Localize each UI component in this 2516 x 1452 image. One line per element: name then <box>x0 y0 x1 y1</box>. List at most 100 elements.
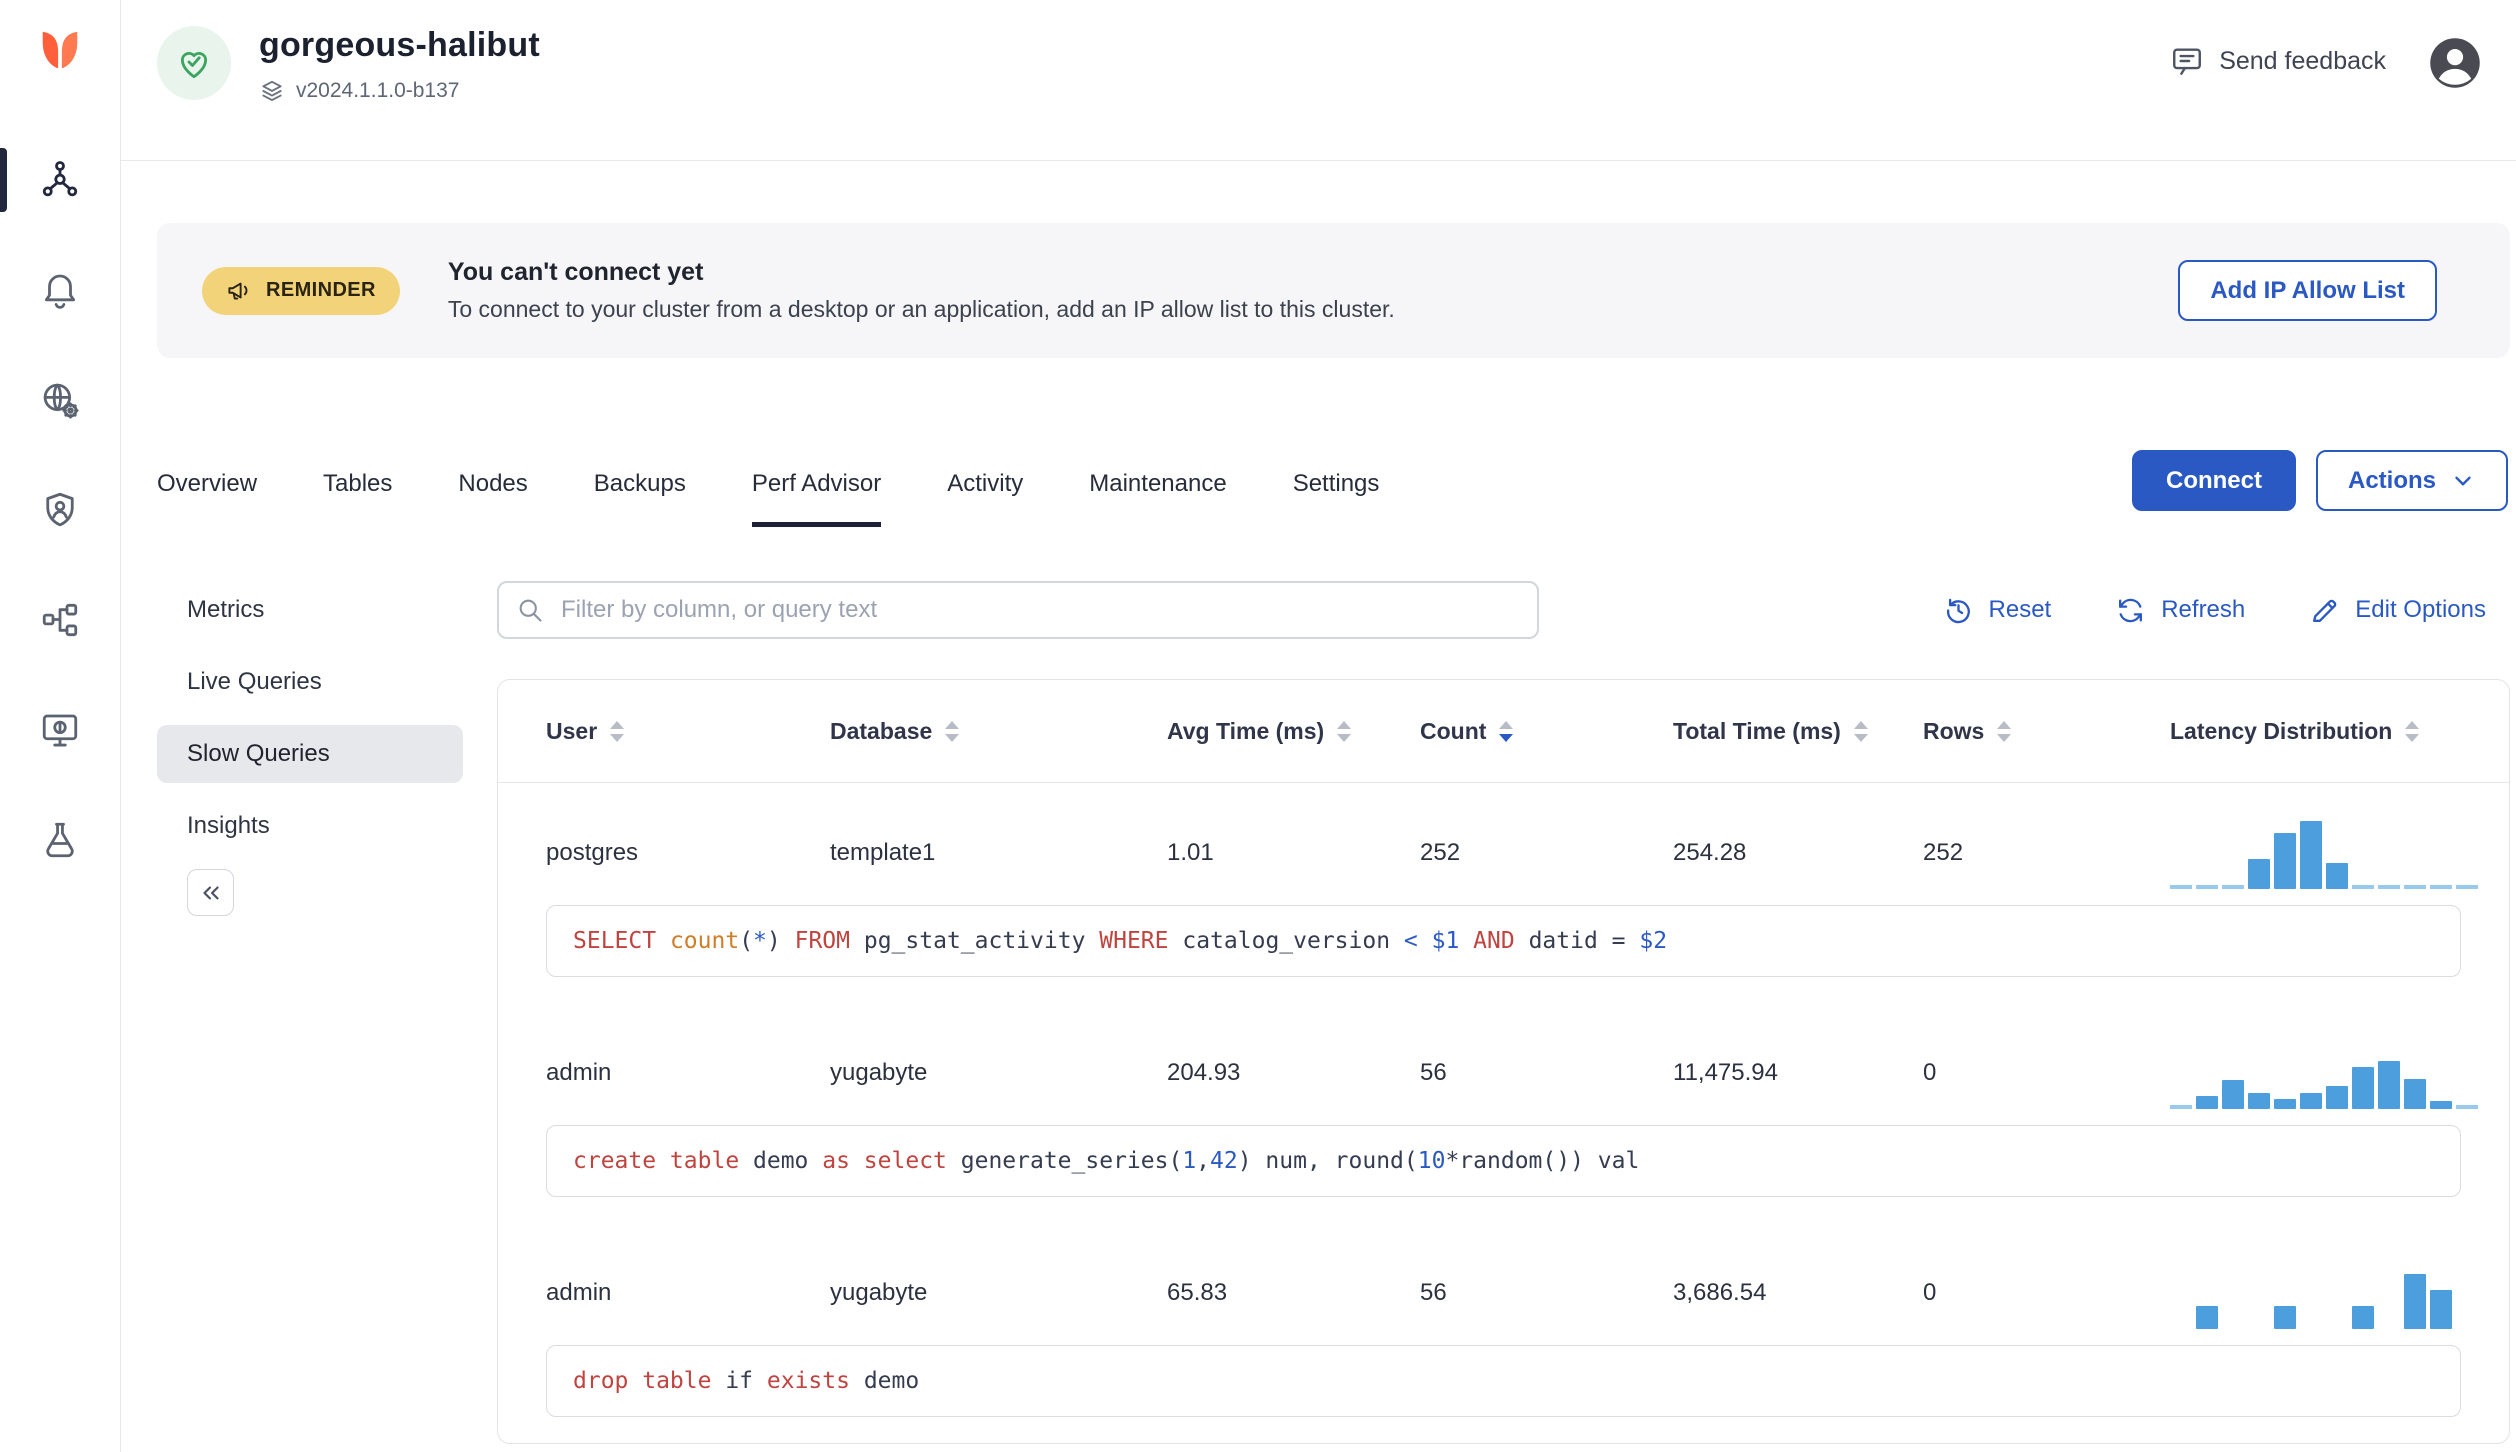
layers-icon <box>262 80 282 102</box>
column-header-total-time-ms[interactable]: Total Time (ms) <box>1673 718 1923 745</box>
subnav-item-live-queries[interactable]: Live Queries <box>157 653 463 711</box>
cell-rows: 252 <box>1923 839 1964 866</box>
app-sidebar <box>0 0 121 1452</box>
tabs-row: Overview Tables Nodes Backups Perf Advisor Ac… <box>121 450 2516 527</box>
cell-rows: 0 <box>1923 1059 1937 1086</box>
subnav-item-slow-queries[interactable]: Slow Queries <box>157 725 463 783</box>
sort-icon <box>1499 720 1514 742</box>
tab-maintenance[interactable]: Maintenance <box>1089 470 1226 527</box>
actions-button[interactable]: Actions <box>2315 450 2508 511</box>
subnav-item-insights[interactable]: Insights <box>157 797 463 855</box>
app-root: gorgeous-halibut v2024.1.1.0-b137 Send f… <box>0 0 2516 1452</box>
add-ip-allow-list-button[interactable]: Add IP Allow List <box>2178 260 2437 321</box>
send-feedback-label: Send feedback <box>2219 46 2386 75</box>
table-header-row: User Database Avg Time (ms) Count Total … <box>498 680 2509 783</box>
toolbar-links: Reset Refresh Edit Options <box>1943 595 2486 626</box>
actions-button-label: Actions <box>2347 466 2436 494</box>
sidebar-item-shield-user[interactable] <box>0 478 120 542</box>
page-title: gorgeous-halibut <box>259 26 540 64</box>
reset-button[interactable]: Reset <box>1943 595 2052 626</box>
tab-perf-advisor[interactable]: Perf Advisor <box>751 470 882 527</box>
flask-icon <box>46 822 74 858</box>
version-row: v2024.1.1.0-b137 <box>259 78 540 104</box>
sidebar-item-topology[interactable] <box>0 588 120 652</box>
subnav-item-metrics[interactable]: Metrics <box>157 581 463 639</box>
cell-total-time: 11,475.94 <box>1673 1059 1778 1086</box>
filter-input-wrapper <box>497 581 1539 639</box>
edit-pencil-icon <box>2313 599 2337 622</box>
collapse-sidebar-button[interactable] <box>187 869 234 916</box>
column-header-count[interactable]: Count <box>1420 718 1673 745</box>
slow-queries-toolbar: Reset Refresh <box>497 581 2510 639</box>
tab-nodes[interactable]: Nodes <box>458 470 527 527</box>
latency-histogram <box>2170 1037 2478 1109</box>
reminder-badge-label: REMINDER <box>266 279 376 301</box>
heart-check-icon <box>180 52 208 79</box>
cell-database: yugabyte <box>830 1059 928 1086</box>
sort-icon <box>945 720 960 742</box>
topology-icon <box>42 603 78 637</box>
cell-count: 252 <box>1420 839 1461 866</box>
row-cells: admin yugabyte 65.83 56 3,686.54 0 <box>546 1249 2461 1337</box>
sidebar-item-cluster[interactable] <box>0 148 120 212</box>
connect-button[interactable]: Connect <box>2131 450 2296 511</box>
shield-user-icon <box>46 492 74 527</box>
edit-options-button[interactable]: Edit Options <box>2309 595 2486 626</box>
reset-history-icon <box>1946 598 1970 623</box>
column-header-avg-time-ms[interactable]: Avg Time (ms) <box>1167 718 1420 745</box>
column-header-rows[interactable]: Rows <box>1923 718 2170 745</box>
tab-backups[interactable]: Backups <box>594 470 686 527</box>
cell-total-time: 254.28 <box>1673 839 1747 866</box>
send-feedback-button[interactable]: Send feedback <box>2170 44 2386 78</box>
user-avatar[interactable] <box>2428 36 2482 90</box>
cell-avg-time: 204.93 <box>1167 1059 1241 1086</box>
banner-title: You can't connect yet <box>447 258 704 286</box>
header-divider <box>121 160 2516 161</box>
sidebar-item-flask[interactable] <box>0 808 120 872</box>
row-cells: postgres template1 1.01 252 254.28 252 <box>546 809 2478 897</box>
refresh-button[interactable]: Refresh <box>2115 595 2245 626</box>
main-column: gorgeous-halibut v2024.1.1.0-b137 Send f… <box>121 0 2516 1452</box>
yugabyte-logo[interactable] <box>32 22 88 78</box>
query-text-box: drop table if exists demo <box>546 1345 2461 1417</box>
cell-avg-time: 65.83 <box>1167 1279 1228 1306</box>
refresh-icon <box>2119 598 2143 622</box>
tab-activity[interactable]: Activity <box>947 470 1023 527</box>
cluster-health-badge <box>157 26 231 100</box>
cell-avg-time: 1.01 <box>1167 839 1214 866</box>
cell-database: template1 <box>830 839 936 866</box>
yugabyte-logo-icon <box>42 31 78 69</box>
filter-input[interactable] <box>497 581 1539 639</box>
perf-advisor-content: Metrics Live Queries Slow Queries Insights <box>121 581 2516 1452</box>
column-header-user[interactable]: User <box>546 718 830 745</box>
tab-tables[interactable]: Tables <box>323 470 392 527</box>
refresh-label: Refresh <box>2161 596 2246 623</box>
table-row[interactable]: postgres template1 1.01 252 254.28 252 S… <box>498 783 2509 977</box>
cell-count: 56 <box>1420 1279 1447 1306</box>
cell-user: postgres <box>546 839 639 866</box>
sidebar-item-globe-gear[interactable] <box>0 368 120 432</box>
table-row[interactable]: admin yugabyte 204.93 56 11,475.94 0 cre… <box>498 1003 2509 1197</box>
cluster-header: gorgeous-halibut v2024.1.1.0-b137 Send f… <box>121 0 2516 160</box>
slow-queries-panel: Reset Refresh <box>497 581 2510 1452</box>
cell-rows: 0 <box>1923 1279 1937 1306</box>
sort-icon <box>1853 720 1868 742</box>
tab-overview[interactable]: Overview <box>157 470 257 527</box>
cell-user: admin <box>546 1279 612 1306</box>
cluster-tabs: Overview Tables Nodes Backups Perf Advisor Ac… <box>157 470 1379 527</box>
column-header-database[interactable]: Database <box>830 718 1167 745</box>
reset-label: Reset <box>1988 596 2052 623</box>
table-row[interactable]: admin yugabyte 65.83 56 3,686.54 0 drop … <box>498 1223 2509 1417</box>
banner-text: You can't connect yet To connect to your… <box>448 258 1395 323</box>
reminder-badge: REMINDER <box>202 266 400 315</box>
person-icon <box>2430 38 2480 88</box>
column-header-latency-distribution[interactable]: Latency Distribution <box>2170 718 2461 745</box>
row-cells: admin yugabyte 204.93 56 11,475.94 0 <box>546 1029 2478 1117</box>
search-icon <box>519 599 542 622</box>
sidebar-item-bell[interactable] <box>0 258 120 322</box>
cell-user: admin <box>546 1059 612 1086</box>
sidebar-item-monitor-coin[interactable] <box>0 698 120 762</box>
tab-settings[interactable]: Settings <box>1293 470 1380 527</box>
reminder-banner: REMINDER You can't connect yet To connec… <box>157 223 2510 358</box>
chat-bubble-icon <box>2173 48 2202 75</box>
